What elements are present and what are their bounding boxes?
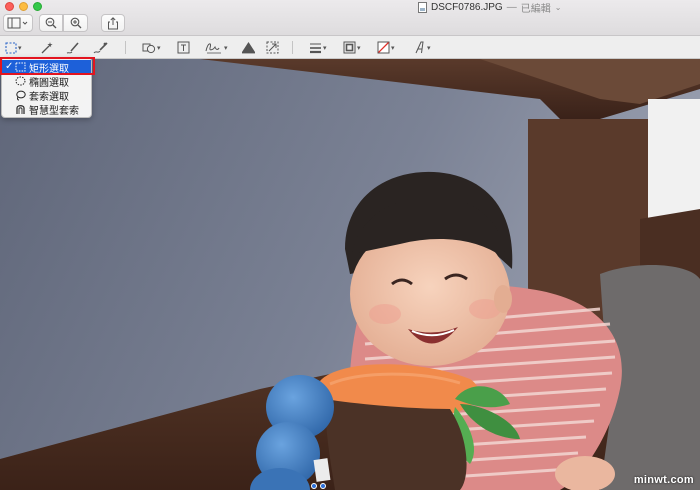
selection-dropdown-menu: ✓ 矩形選取 橢圓選取 套索選取 智慧型套索 [1, 57, 92, 118]
zoom-window-button[interactable] [33, 2, 42, 11]
text-button[interactable] [177, 40, 190, 55]
zoom-out-icon [45, 17, 57, 29]
window-title-separator: — [506, 1, 517, 13]
selection-handle[interactable] [311, 483, 317, 489]
zoom-out-button[interactable] [39, 14, 63, 32]
sign-icon [205, 43, 221, 54]
rectangular-selection-icon [5, 41, 17, 54]
adjust-color-button[interactable] [241, 40, 256, 55]
chevron-down-icon: ▾ [224, 44, 228, 52]
sidebar-icon [7, 17, 28, 29]
edited-status: 已編輯 [520, 3, 551, 15]
close-window-button[interactable] [5, 2, 14, 11]
shapes-button[interactable]: ▾ [142, 40, 161, 55]
chevron-down-icon: ▾ [357, 44, 361, 52]
menu-item-label: 智慧型套索 [29, 105, 79, 117]
watermark: minwt.com [633, 474, 694, 486]
menu-item-label: 套索選取 [29, 91, 69, 103]
text-style-icon [415, 41, 424, 54]
chevron-down-icon: ▾ [157, 44, 161, 52]
instant-alpha-button[interactable] [40, 40, 54, 55]
sign-button[interactable]: ▾ [205, 40, 228, 55]
minimize-window-button[interactable] [19, 2, 28, 11]
image-canvas[interactable] [0, 59, 700, 490]
toolbar-divider [125, 41, 126, 54]
selection-handle[interactable] [320, 483, 326, 489]
baby-photo [0, 59, 700, 490]
shape-style-icon [310, 43, 321, 53]
menu-item-elliptical-selection[interactable]: 橢圓選取 [2, 74, 91, 89]
fill-color-icon [377, 41, 390, 54]
sketch-icon [66, 41, 79, 53]
document-icon [418, 1, 427, 13]
markup-toolbar: ▾ ▾ ▾ ▾ ▾ ▾ ▾ [0, 36, 700, 59]
checkmark-icon: ✓ [5, 61, 14, 72]
zoom-in-icon [70, 17, 81, 29]
adjust-size-icon [266, 41, 279, 54]
menu-item-rectangular-selection[interactable]: ✓ 矩形選取 [2, 60, 91, 75]
sketch-button[interactable] [66, 40, 80, 55]
instant-alpha-icon [41, 41, 53, 53]
sidebar-toggle-button[interactable] [3, 14, 33, 32]
toolbar-divider [292, 41, 293, 54]
shapes-icon [142, 43, 156, 54]
adjust-color-icon [242, 42, 255, 54]
smart-lasso-icon [16, 104, 25, 114]
chevron-down-icon: ▾ [323, 44, 327, 52]
border-color-icon [343, 41, 356, 54]
adjust-size-button[interactable] [266, 40, 279, 55]
share-icon [108, 16, 118, 29]
shape-style-button[interactable]: ▾ [309, 40, 327, 55]
text-icon [177, 41, 190, 54]
menu-item-label: 橢圓選取 [29, 77, 69, 89]
lasso-selection-icon [16, 90, 26, 100]
draw-icon [93, 41, 108, 53]
share-button[interactable] [101, 14, 125, 32]
window-filename: DSCF0786.JPG [431, 1, 503, 13]
chevron-down-icon: ▾ [391, 44, 395, 52]
rectangle-selection-icon [15, 62, 26, 72]
chevron-down-icon: ▾ [18, 44, 22, 52]
selection-tools-button[interactable]: ▾ [5, 40, 22, 55]
menu-item-label: 矩形選取 [29, 63, 69, 75]
chevron-down-icon: ▾ [427, 44, 431, 52]
zoom-in-button[interactable] [63, 14, 88, 32]
chevron-down-icon: ⌄ [554, 2, 562, 12]
draw-button[interactable] [93, 40, 109, 55]
border-color-button[interactable]: ▾ [343, 40, 361, 55]
menu-item-lasso-selection[interactable]: 套索選取 [2, 88, 91, 103]
menu-item-smart-lasso[interactable]: 智慧型套索 [2, 102, 91, 117]
title-bar: DSCF0786.JPG — 已編輯 ⌄ [0, 0, 700, 36]
ellipse-selection-icon [15, 76, 26, 86]
window-title[interactable]: DSCF0786.JPG — 已編輯 ⌄ [418, 1, 562, 15]
text-style-button[interactable]: ▾ [414, 40, 431, 55]
fill-color-button[interactable]: ▾ [377, 40, 395, 55]
